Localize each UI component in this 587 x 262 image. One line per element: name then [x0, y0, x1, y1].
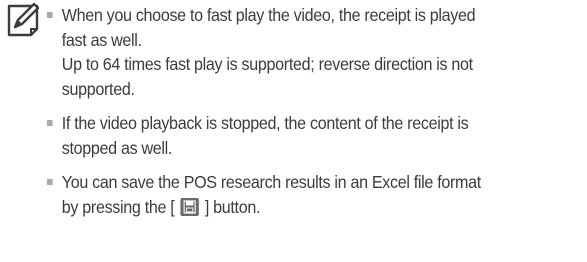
note-line: When you choose to fast play the video, … — [61, 5, 476, 25]
note-line: If the video playback is stopped, the co… — [61, 113, 469, 133]
note-text-before-button: by pressing the [ — [61, 196, 175, 217]
bullet-icon — [47, 179, 53, 185]
notes-list: When you choose to fast play the video, … — [36, 3, 584, 229]
note-item-fast-play: When you choose to fast play the video, … — [36, 3, 587, 101]
bullet-icon — [47, 120, 53, 126]
note-line: Up to 64 times fast play is supported; r… — [61, 54, 473, 74]
note-text-after-button: ] button. — [204, 196, 261, 217]
save-icon — [180, 197, 199, 216]
note-line: You can save the POS research results in… — [61, 172, 481, 192]
note-line-with-button: by pressing the [ ] button. — [62, 195, 587, 220]
note-item-playback-stopped: If the video playback is stopped, the co… — [36, 111, 587, 160]
note-line: supported. — [61, 78, 135, 99]
note-line: fast as well. — [61, 29, 142, 50]
note-item-save-excel: You can save the POS research results in… — [36, 170, 587, 219]
bullet-icon — [47, 12, 53, 18]
note-line: stopped as well. — [61, 137, 173, 158]
